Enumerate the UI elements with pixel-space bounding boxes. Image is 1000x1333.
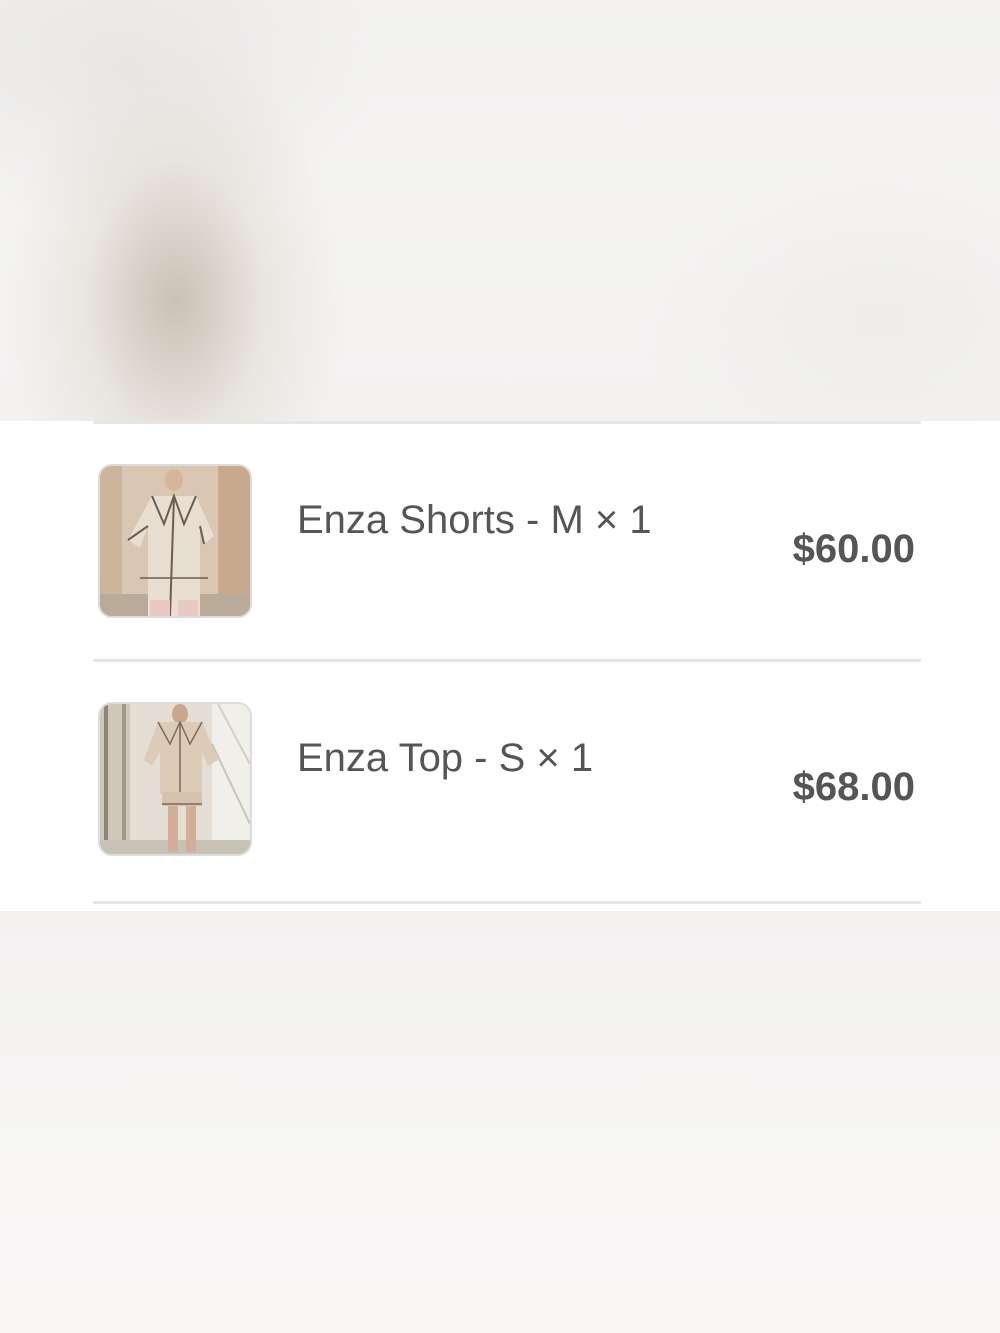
line-item: Enza Shorts - M × 1 $60.00	[93, 424, 921, 662]
product-photo-image	[100, 704, 250, 854]
product-photo-image	[100, 466, 250, 616]
product-thumbnail	[98, 702, 252, 856]
product-thumbnail	[98, 464, 252, 618]
item-title: Enza Shorts - M × 1	[297, 498, 652, 542]
item-price: $68.00	[792, 765, 915, 809]
item-title: Enza Top - S × 1	[297, 736, 594, 780]
line-item: Enza Top - S × 1 $68.00	[93, 662, 921, 900]
blurred-backdrop-top	[0, 0, 1000, 421]
blurred-backdrop-bottom	[0, 911, 1000, 1333]
order-summary-panel: Enza Shorts - M × 1 $60.00 Enza Top - S …	[0, 421, 1000, 911]
divider	[93, 901, 921, 904]
item-price: $60.00	[792, 527, 915, 571]
